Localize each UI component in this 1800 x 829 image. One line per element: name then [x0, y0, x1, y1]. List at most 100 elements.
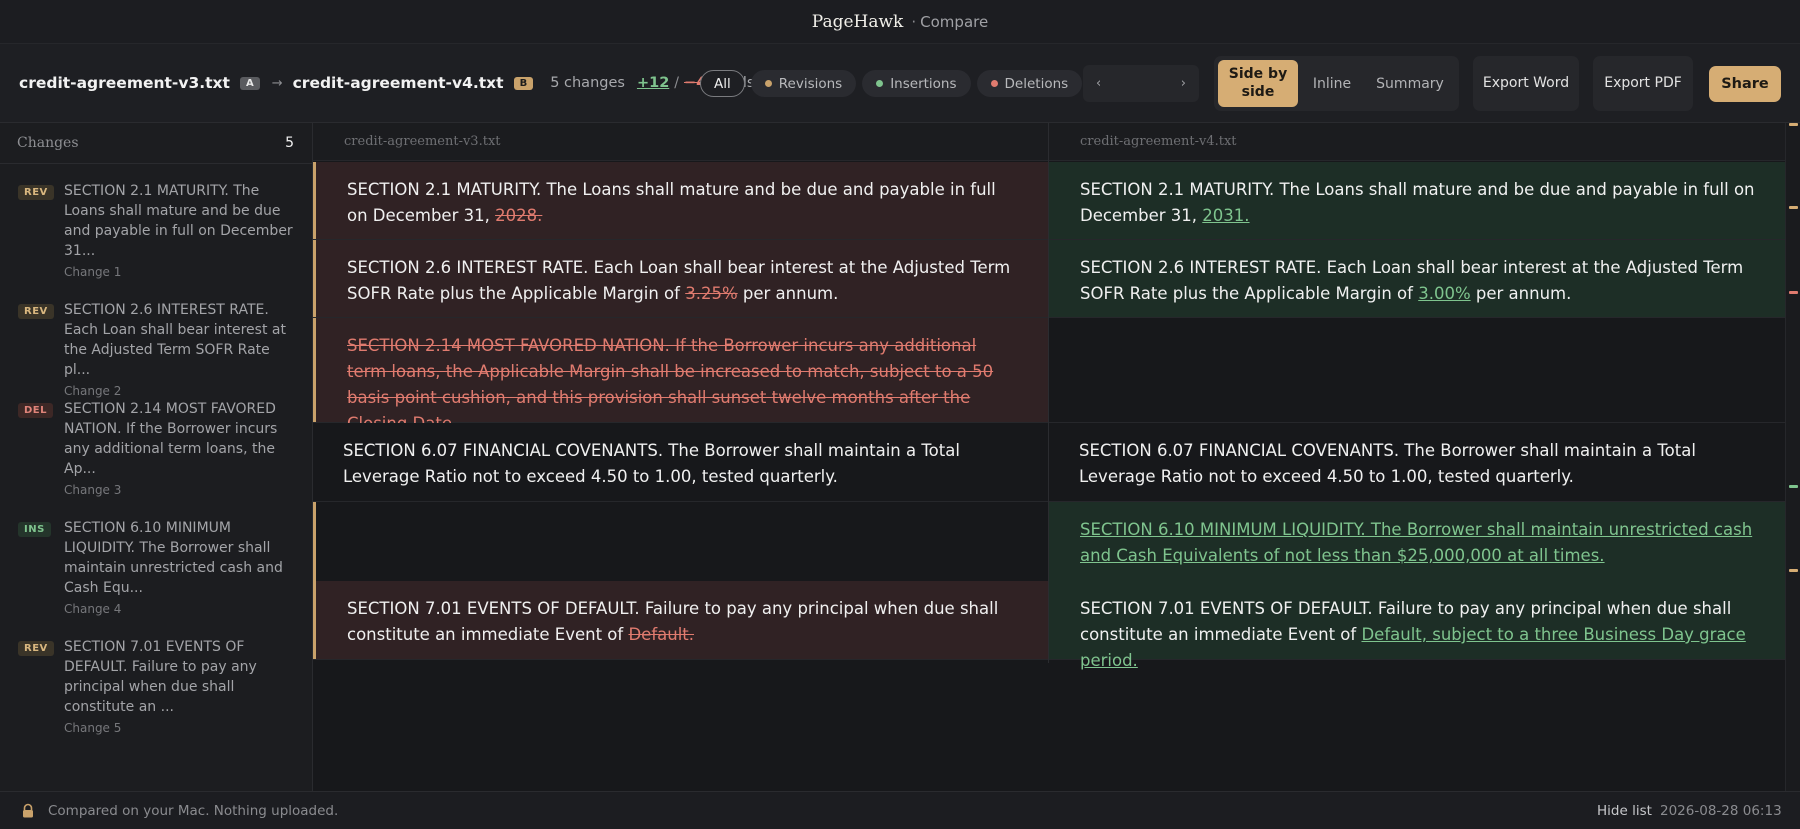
- change-minimap[interactable]: [1785, 123, 1800, 791]
- diff-row-2[interactable]: SECTION 2.6 INTEREST RATE. Each Loan sha…: [313, 240, 1785, 318]
- change-excerpt: SECTION 2.14 MOST FAVORED NATION. If the…: [64, 401, 278, 477]
- change-navigator: ‹ ›: [1083, 65, 1199, 102]
- change-list-item-1[interactable]: REV SECTION 2.1 MATURITY. The Loans shal…: [18, 181, 298, 279]
- diff-row-3[interactable]: SECTION 2.14 MOST FAVORED NATION. If the…: [313, 318, 1785, 433]
- export-word-button[interactable]: Export Word: [1473, 56, 1579, 111]
- inserted-text: SECTION 6.10 MINIMUM LIQUIDITY. The Borr…: [1080, 520, 1753, 565]
- app-name: PageHawk: [811, 11, 904, 32]
- unchanged-text: SECTION 2.1 MATURITY. The Loans shall ma…: [347, 180, 996, 225]
- change-list-item-4[interactable]: INS SECTION 6.10 MINIMUM LIQUIDITY. The …: [18, 518, 298, 616]
- filter-all[interactable]: All: [700, 70, 745, 97]
- filter-all-label: All: [714, 75, 731, 92]
- app-mode: Compare: [920, 12, 989, 31]
- change-label: Change 4: [64, 602, 122, 616]
- compare-timestamp: 2026-08-28 06:13: [1660, 802, 1782, 819]
- minimap-marker[interactable]: [1789, 123, 1798, 126]
- hide-list-button[interactable]: Hide list: [1597, 803, 1652, 819]
- change-accent-bar: [313, 162, 316, 239]
- unchanged-text: SECTION 2.6 INTEREST RATE. Each Loan sha…: [1080, 258, 1744, 303]
- view-inline-button[interactable]: Inline: [1302, 56, 1362, 111]
- deleted-text: SECTION 2.14 MOST FAVORED NATION. If the…: [347, 336, 994, 433]
- diff-row-5[interactable]: SECTION 6.10 MINIMUM LIQUIDITY. The Borr…: [313, 502, 1785, 581]
- unchanged-text: per annum.: [737, 284, 839, 303]
- right-file-badge: B: [513, 76, 534, 90]
- left-cell-empty: [313, 502, 1049, 581]
- next-change-button[interactable]: ›: [1181, 76, 1186, 91]
- left-cell: SECTION 2.6 INTEREST RATE. Each Loan sha…: [313, 240, 1049, 317]
- change-excerpt: SECTION 2.1 MATURITY. The Loans shall ma…: [64, 183, 293, 259]
- filter-insertions-label: Insertions: [890, 75, 957, 92]
- change-tag: REV: [18, 185, 54, 200]
- filter-revisions[interactable]: Revisions: [750, 70, 857, 97]
- left-column-header: credit-agreement-v3.txt: [313, 123, 1049, 161]
- diff-row-4[interactable]: SECTION 6.07 FINANCIAL COVENANTS. The Bo…: [313, 423, 1785, 502]
- change-label: Change 2: [64, 384, 122, 398]
- export-pdf-button[interactable]: Export PDF: [1593, 56, 1693, 111]
- sidebar-header: Changes 5: [0, 123, 312, 164]
- minimap-marker[interactable]: [1789, 291, 1798, 294]
- minimap-marker[interactable]: [1789, 485, 1798, 488]
- change-tag: REV: [18, 304, 54, 319]
- unchanged-text: SECTION 6.07 FINANCIAL COVENANTS. The Bo…: [1079, 441, 1696, 486]
- change-list-item-2[interactable]: REV SECTION 2.6 INTEREST RATE. Each Loan…: [18, 300, 298, 398]
- change-excerpt: SECTION 7.01 EVENTS OF DEFAULT. Failure …: [64, 639, 257, 715]
- inserted-text: 3.00%: [1418, 284, 1471, 303]
- share-button[interactable]: Share: [1709, 66, 1781, 102]
- diff-view: credit-agreement-v3.txt credit-agreement…: [313, 123, 1785, 791]
- left-cell: SECTION 7.01 EVENTS OF DEFAULT. Failure …: [313, 581, 1049, 659]
- minimap-marker[interactable]: [1789, 569, 1798, 572]
- unchanged-text: per annum.: [1470, 284, 1572, 303]
- file-pair: credit-agreement-v3.txt A → credit-agree…: [19, 74, 754, 92]
- minimap-marker[interactable]: [1789, 206, 1798, 209]
- left-cell: SECTION 2.1 MATURITY. The Loans shall ma…: [313, 162, 1049, 239]
- unchanged-text: SECTION 6.07 FINANCIAL COVENANTS. The Bo…: [343, 441, 960, 486]
- filter-revisions-label: Revisions: [778, 75, 843, 92]
- change-tag: INS: [18, 522, 51, 537]
- filter-insertions[interactable]: Insertions: [862, 70, 971, 97]
- right-cell: SECTION 2.1 MATURITY. The Loans shall ma…: [1049, 162, 1785, 239]
- change-excerpt: SECTION 6.10 MINIMUM LIQUIDITY. The Borr…: [64, 520, 283, 596]
- view-mode-switch: Side by side Inline Summary: [1214, 56, 1459, 111]
- status-bar: Compared on your Mac. Nothing uploaded. …: [0, 791, 1800, 829]
- lock-icon: [23, 803, 33, 818]
- left-file-badge: A: [239, 76, 260, 90]
- right-cell-empty: [1049, 318, 1785, 422]
- view-side-by-side-button[interactable]: Side by side: [1218, 60, 1298, 107]
- privacy-status: Compared on your Mac. Nothing uploaded.: [48, 802, 339, 819]
- change-list-item-5[interactable]: REV SECTION 7.01 EVENTS OF DEFAULT. Fail…: [18, 637, 298, 735]
- insertion-dot-icon: [876, 80, 884, 87]
- diff-row-6[interactable]: SECTION 7.01 EVENTS OF DEFAULT. Failure …: [313, 581, 1785, 670]
- deleted-text: 3.25%: [685, 284, 738, 303]
- view-summary-button[interactable]: Summary: [1364, 56, 1456, 111]
- right-cell: SECTION 7.01 EVENTS OF DEFAULT. Failure …: [1049, 581, 1785, 670]
- change-accent-bar: [313, 581, 316, 659]
- words-added: +12: [636, 75, 670, 91]
- right-cell: SECTION 6.07 FINANCIAL COVENANTS. The Bo…: [1049, 423, 1785, 501]
- unchanged-text: SECTION 2.1 MATURITY. The Loans shall ma…: [1080, 180, 1755, 225]
- change-accent-bar: [313, 318, 316, 422]
- title-bar: PageHawk · Compare: [0, 0, 1800, 44]
- change-excerpt: SECTION 2.6 INTEREST RATE. Each Loan sha…: [64, 302, 286, 378]
- arrow-right-icon: →: [271, 75, 283, 91]
- diff-row-1[interactable]: SECTION 2.1 MATURITY. The Loans shall ma…: [313, 162, 1785, 240]
- change-accent-bar: [313, 502, 316, 581]
- filter-deletions[interactable]: Deletions: [976, 70, 1083, 97]
- left-file-name[interactable]: credit-agreement-v3.txt: [19, 74, 230, 92]
- sidebar-title: Changes: [17, 135, 79, 151]
- previous-change-button[interactable]: ‹: [1096, 76, 1101, 91]
- deleted-text: Default.: [628, 625, 695, 644]
- revision-dot-icon: [764, 80, 772, 87]
- deletion-dot-icon: [990, 80, 998, 87]
- column-divider: [1048, 123, 1049, 663]
- change-tag: DEL: [18, 403, 54, 418]
- changes-count: 5 changes: [550, 75, 625, 91]
- change-tag: REV: [18, 641, 54, 656]
- sidebar-count: 5: [285, 135, 294, 151]
- change-list-item-3[interactable]: DEL SECTION 2.14 MOST FAVORED NATION. If…: [18, 399, 298, 497]
- right-cell: SECTION 6.10 MINIMUM LIQUIDITY. The Borr…: [1049, 502, 1785, 581]
- inserted-text: 2031.: [1202, 206, 1250, 225]
- stats-separator: /: [674, 75, 679, 91]
- change-accent-bar: [313, 240, 316, 317]
- change-label: Change 3: [64, 483, 122, 497]
- right-file-name[interactable]: credit-agreement-v4.txt: [293, 74, 504, 92]
